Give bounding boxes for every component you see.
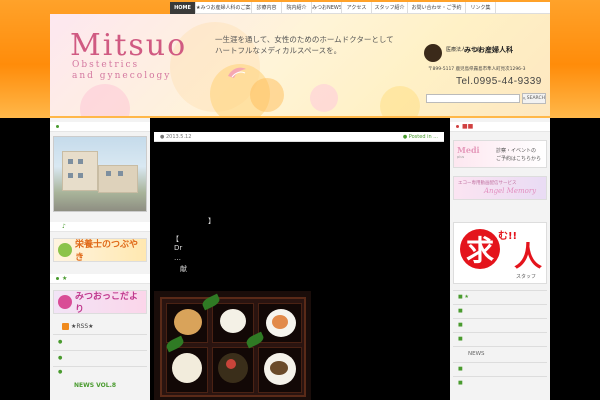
list-item[interactable]: ● <box>58 339 62 345</box>
clinic-telephone[interactable]: Tel.0995-44-9339 <box>456 76 542 87</box>
divider <box>453 290 547 291</box>
recruit-badge: 求 <box>460 229 500 269</box>
list-item[interactable]: ■ ★ <box>458 294 469 300</box>
divider <box>53 334 147 335</box>
nav-item-3[interactable]: 院内紹介 <box>282 2 312 14</box>
divider <box>53 366 147 367</box>
post-category-link[interactable]: ● Posted in ... <box>403 134 438 140</box>
search-button[interactable]: SEARCH <box>522 93 546 104</box>
nav-item-8[interactable]: リンク集 <box>466 2 496 14</box>
clinic-name: みつお産婦人科 <box>464 46 513 54</box>
angel-wing-icon <box>228 67 246 78</box>
list-item[interactable]: ■ <box>458 336 463 342</box>
search-icon <box>523 97 526 100</box>
nav-item-2[interactable]: 診療内容 <box>252 2 282 14</box>
bullet-icon <box>56 125 59 128</box>
angel-memory-banner[interactable]: エコー専用動画配信サービス Angel Memory <box>453 176 547 200</box>
left-section-bar: ★ <box>50 274 150 284</box>
list-item[interactable]: ■ <box>458 308 463 314</box>
right-section-bar: ■■ <box>450 122 550 132</box>
header-banner: Mitsuo Obstetrics and gynecology 一生涯を通して… <box>50 14 550 116</box>
decor-circle <box>310 84 338 112</box>
nav-item-7[interactable]: お問い合わせ・ご予約 <box>408 2 466 14</box>
baby-icon <box>58 295 72 309</box>
divider <box>453 376 547 377</box>
tagline: 一生涯を通して、女性のためのホームドクターとして ハートフルなメディカルスペース… <box>215 35 394 55</box>
divider <box>53 350 147 351</box>
clinic-address: 〒899-5117 鹿児島県霧島市隼人町見次1296-3 <box>428 67 526 72</box>
decor-circle <box>80 84 130 116</box>
decor-circle <box>380 86 420 116</box>
divider <box>453 346 547 347</box>
recruitment-banner[interactable]: 求 みつお む!! 人 スタッフ <box>453 222 547 284</box>
nav-item-4[interactable]: みつおNEWS <box>312 2 342 14</box>
nav-item-5[interactable]: アクセス <box>342 2 372 14</box>
divider <box>453 332 547 333</box>
clinic-building-photo[interactable] <box>53 136 147 212</box>
mitsuokko-news-banner[interactable]: みつおっこだより <box>53 290 147 315</box>
right-sidebar: ■■ Medi plus 診察・イベントの ご予約はこちらから エコー専用動画配… <box>450 118 550 400</box>
nav-item-0[interactable]: HOME <box>170 2 196 14</box>
left-sidebar: ♪ 栄養士のつぶやき ★ みつおっこだより ★RSS★ ● ● ● NEWS V… <box>50 118 150 400</box>
list-item[interactable]: ● <box>58 369 62 375</box>
dietitian-blog-banner[interactable]: 栄養士のつぶやき <box>53 238 147 263</box>
dietitian-icon <box>58 243 72 257</box>
nav-item-6[interactable]: スタッフ紹介 <box>372 2 408 14</box>
clinic-emblem-icon <box>424 44 442 62</box>
medi-plus-reservation-banner[interactable]: Medi plus 診察・イベントの ご予約はこちらから <box>453 140 547 168</box>
decor-circle <box>250 78 284 112</box>
post-meta-bar: ● 2013.5.12 ● Posted in ... <box>154 132 444 142</box>
main-navigation: HOME ★みつお産婦人科のご案内 診療内容 院内紹介 みつおNEWS アクセス スタッフ紹… <box>170 2 550 14</box>
rss-icon <box>62 323 69 330</box>
divider <box>453 362 547 363</box>
list-item[interactable]: ■ <box>458 380 463 386</box>
left-section-bar <box>50 122 150 132</box>
post-date: ● 2013.5.12 <box>160 134 192 140</box>
bento-meal-photo[interactable] <box>154 291 311 400</box>
logo-subtitle: Obstetrics and gynecology <box>72 60 172 81</box>
divider <box>453 318 547 319</box>
list-item[interactable]: ■ <box>458 366 463 372</box>
site-logo[interactable]: Mitsuo <box>70 28 187 63</box>
main-content: ● 2013.5.12 ● Posted in ... 】 【 Dr … 献 <box>150 118 446 400</box>
rss-feed[interactable]: ★RSS★ <box>62 323 94 330</box>
bullet-icon <box>456 125 459 128</box>
search-input[interactable] <box>426 94 520 103</box>
divider <box>453 304 547 305</box>
list-item[interactable]: ● <box>58 355 62 361</box>
left-section-bar: ♪ <box>50 222 150 232</box>
news-volume-link[interactable]: NEWS VOL.8 <box>74 382 116 389</box>
news-link[interactable]: NEWS <box>468 351 485 357</box>
bullet-icon <box>56 277 59 280</box>
nav-item-1[interactable]: ★みつお産婦人科のご案内 <box>196 2 252 14</box>
list-item[interactable]: ■ <box>458 322 463 328</box>
